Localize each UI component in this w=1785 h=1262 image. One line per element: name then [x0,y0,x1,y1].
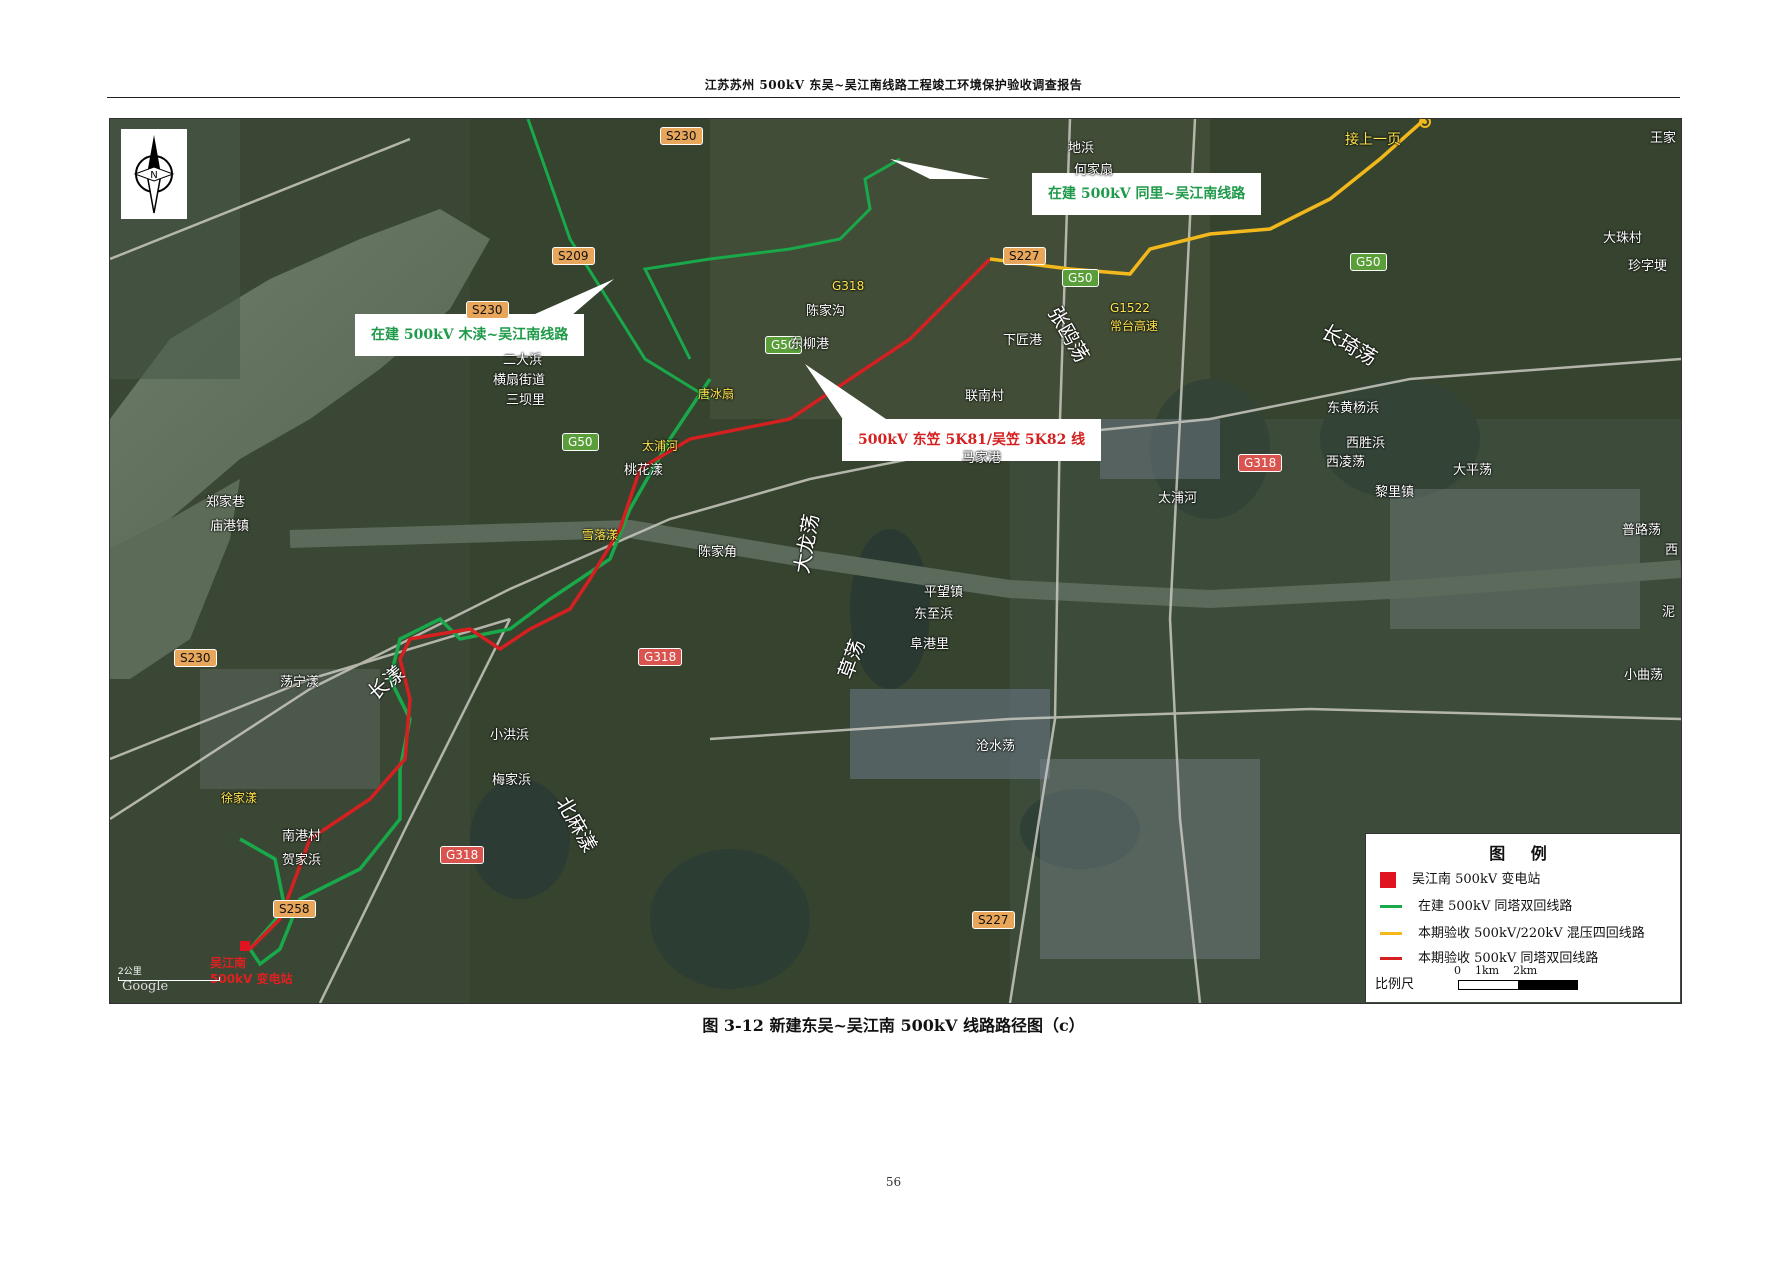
place-label: 何家扇 [1074,163,1114,178]
header-rule [107,97,1680,98]
road-label: 常台高速 [1110,319,1159,333]
substation-label: 500kV 变电站 [210,972,293,986]
place-label: 三坝里 [506,393,546,408]
place-label: 唐冰扇 [698,387,735,401]
callout-mudu-line: 在建 500kV 木渎~吴江南线路 [355,314,585,356]
green-line-swatch [1380,905,1402,908]
place-label: 贺家浜 [282,853,322,868]
place-label: 太浦河 [1158,491,1198,506]
legend-label: 吴江南 500kV 变电站 [1412,872,1541,887]
place-label: 大珠村 [1603,231,1643,246]
road-shield: S230 [174,649,217,667]
place-label: 徐家漾 [221,791,258,805]
place-label: 西凌荡 [1326,455,1366,470]
legend-item-yellow-line: 本期验收 500kV/220kV 混压四回线路 [1380,924,1645,944]
north-arrow-icon: N [121,129,187,219]
page-number: 56 [885,1175,902,1189]
substation-marker [240,941,250,951]
road-shield: S230 [466,301,509,319]
place-label: 郑家巷 [206,495,246,510]
scale-label: 比例尺 [1375,977,1415,992]
place-label: 西 [1665,543,1679,558]
place-label: 普路荡 [1622,523,1662,538]
road-shield: G318 [1238,454,1283,472]
place-label: 王家 [1650,131,1677,146]
place-label: 东柳港 [790,337,830,352]
road-shield: S227 [1003,247,1046,265]
figure-caption: 图 3-12 新建东吴~吴江南 500kV 线路路径图（c） [702,1016,1085,1035]
map-legend: 图 例 吴江南 500kV 变电站 在建 500kV 同塔双回线路 本期验收 5… [1365,833,1680,1002]
place-label: 陈家沟 [806,304,846,319]
scale-bar [1458,980,1578,990]
place-label: 阜港里 [910,637,950,652]
imagery-watermark: Google [122,979,169,994]
substation-swatch [1380,871,1396,888]
callout-tongli-line: 在建 500kV 同里~吴江南线路 [1032,173,1262,215]
yellow-line-swatch [1380,932,1402,935]
road-shield: G318 [638,648,683,666]
svg-text:N: N [150,170,157,181]
place-label: 雪落漾 [582,528,619,542]
road-shield: G50 [1350,253,1387,271]
road-shield: S227 [972,911,1015,929]
road-shield: G50 [562,433,599,451]
place-label: 东黄杨浜 [1327,401,1380,416]
route-map: N 在建 500kV 同里~吴江南线路 在建 500kV 木渎~吴江南线路 50… [109,118,1682,1004]
place-label: 西胜浜 [1346,436,1386,451]
place-label: 平望镇 [924,585,964,600]
place-label: 下匠港 [1003,333,1043,348]
legend-label: 在建 500kV 同塔双回线路 [1418,899,1573,914]
road-shield: S258 [273,900,316,918]
scale-ticks: 0 1km 2km [1454,964,1538,977]
legend-title: 图 例 [1489,844,1557,863]
place-label: 联南村 [965,389,1005,404]
mini-scale-label: 2公里 [118,967,142,977]
legend-label: 本期验收 500kV/220kV 混压四回线路 [1418,926,1645,941]
place-label: 横扇街道 [493,373,546,388]
place-label: 地浜 [1068,141,1095,156]
red-line-swatch [1380,957,1402,960]
place-label: 二大浜 [503,353,543,368]
road-label: G318 [832,279,865,293]
road-shield: G50 [1062,269,1099,287]
place-label: 黎里镇 [1375,485,1415,500]
continue-label: 接上一页 [1345,132,1401,148]
place-label: 马家港 [962,451,1002,466]
report-header: 江苏苏州 500kV 东吴~吴江南线路工程竣工环境保护验收调查报告 [704,78,1083,92]
road-shield: G318 [440,846,485,864]
place-label: 梅家浜 [492,773,532,788]
legend-item-green-line: 在建 500kV 同塔双回线路 [1380,897,1572,917]
road-shield: S230 [660,127,703,145]
road-shield: S209 [552,247,595,265]
place-label: 大平荡 [1453,463,1493,478]
place-label: 陈家角 [698,545,738,560]
place-label: 桃花漾 [624,463,664,478]
place-label: 小洪浜 [490,728,530,743]
road-label: G1522 [1110,301,1150,315]
place-label: 荡宁漾 [280,675,320,690]
place-label: 泥 [1662,605,1676,620]
legend-item-substation: 吴江南 500kV 变电站 [1380,870,1540,890]
place-label: 小曲荡 [1624,668,1664,683]
place-label: 东至浜 [914,607,954,622]
place-label: 沧水荡 [976,739,1016,754]
place-label: 太浦河 [642,439,679,453]
place-label: 珍字埂 [1628,259,1668,274]
place-label: 庙港镇 [210,519,250,534]
place-label: 南港村 [282,829,322,844]
